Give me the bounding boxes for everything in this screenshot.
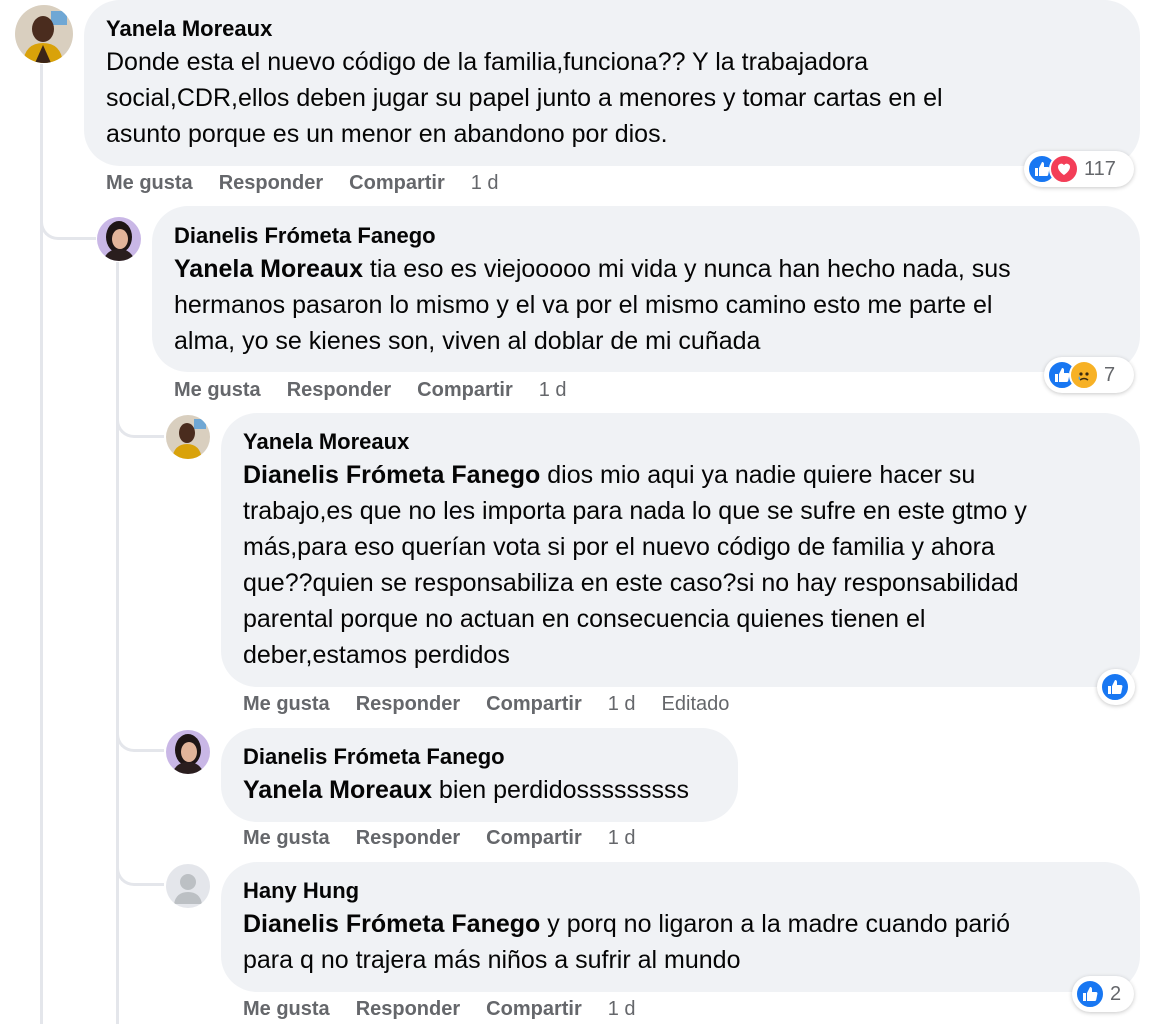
- reaction-summary[interactable]: 7: [1044, 357, 1134, 393]
- share-button[interactable]: Compartir: [349, 172, 445, 194]
- sad-icon: [1069, 360, 1099, 390]
- edited-label: Editado: [661, 693, 730, 715]
- reaction-count: 2: [1110, 982, 1122, 1005]
- comment-text: Dianelis Frómeta Fanego y porq no ligaro…: [243, 910, 1011, 974]
- comment-text: Donde esta el nuevo código de la familia…: [106, 48, 943, 148]
- reply-button[interactable]: Responder: [356, 693, 460, 715]
- thread-connector: [40, 206, 96, 240]
- like-button[interactable]: Me gusta: [174, 379, 261, 401]
- like-icon: [1100, 672, 1130, 702]
- comment-actions: Me gusta Responder Compartir 1 d: [174, 377, 593, 403]
- thread-connector: [116, 726, 164, 752]
- avatar[interactable]: [166, 730, 210, 774]
- comment-text: Yanela Moreaux tia eso es viejooooo mi v…: [174, 255, 1011, 355]
- comment-text: Yanela Moreaux bien perdidosssssssss: [243, 776, 690, 804]
- comment-author[interactable]: Dianelis Frómeta Fanego: [243, 743, 505, 771]
- comment-author[interactable]: Dianelis Frómeta Fanego: [174, 222, 436, 250]
- comment-author[interactable]: Yanela Moreaux: [243, 428, 409, 456]
- timestamp[interactable]: 1 d: [608, 998, 636, 1020]
- reaction-summary[interactable]: 2: [1072, 976, 1134, 1012]
- thread-connector: [116, 860, 164, 886]
- comment-text: Dianelis Frómeta Fanego dios mio aqui ya…: [243, 461, 1027, 669]
- reaction-summary[interactable]: [1097, 669, 1135, 705]
- reply-button[interactable]: Responder: [287, 379, 391, 401]
- comment-actions: Me gusta Responder Compartir 1 d Editado: [243, 691, 755, 717]
- thread-line-reply: [116, 262, 119, 1024]
- share-button[interactable]: Compartir: [486, 693, 582, 715]
- avatar[interactable]: [166, 415, 210, 459]
- share-button[interactable]: Compartir: [486, 998, 582, 1020]
- reply-button[interactable]: Responder: [356, 998, 460, 1020]
- mention-link[interactable]: Yanela Moreaux: [243, 776, 432, 804]
- avatar[interactable]: [15, 5, 73, 63]
- timestamp[interactable]: 1 d: [608, 693, 636, 715]
- comment-actions: Me gusta Responder Compartir 1 d: [243, 825, 662, 851]
- like-button[interactable]: Me gusta: [243, 827, 330, 849]
- share-button[interactable]: Compartir: [486, 827, 582, 849]
- mention-link[interactable]: Yanela Moreaux: [174, 255, 363, 283]
- thread-connector: [116, 412, 164, 438]
- like-button[interactable]: Me gusta: [106, 172, 193, 194]
- love-icon: [1049, 154, 1079, 184]
- timestamp[interactable]: 1 d: [539, 379, 567, 401]
- comment-author[interactable]: Yanela Moreaux: [106, 15, 272, 43]
- reaction-count: 7: [1104, 363, 1116, 386]
- comment-author[interactable]: Hany Hung: [243, 877, 359, 905]
- comment-actions: Me gusta Responder Compartir 1 d: [106, 170, 525, 196]
- reply-button[interactable]: Responder: [219, 172, 323, 194]
- avatar[interactable]: [166, 864, 210, 908]
- like-button[interactable]: Me gusta: [243, 693, 330, 715]
- reply-button[interactable]: Responder: [356, 827, 460, 849]
- mention-link[interactable]: Dianelis Frómeta Fanego: [243, 910, 540, 938]
- comment-actions: Me gusta Responder Compartir 1 d: [243, 996, 662, 1022]
- reaction-summary[interactable]: 117: [1024, 151, 1134, 187]
- like-button[interactable]: Me gusta: [243, 998, 330, 1020]
- mention-link[interactable]: Dianelis Frómeta Fanego: [243, 461, 540, 489]
- reaction-count: 117: [1084, 157, 1116, 180]
- share-button[interactable]: Compartir: [417, 379, 513, 401]
- like-icon: [1075, 979, 1105, 1009]
- timestamp[interactable]: 1 d: [608, 827, 636, 849]
- avatar[interactable]: [97, 217, 141, 261]
- timestamp[interactable]: 1 d: [471, 172, 499, 194]
